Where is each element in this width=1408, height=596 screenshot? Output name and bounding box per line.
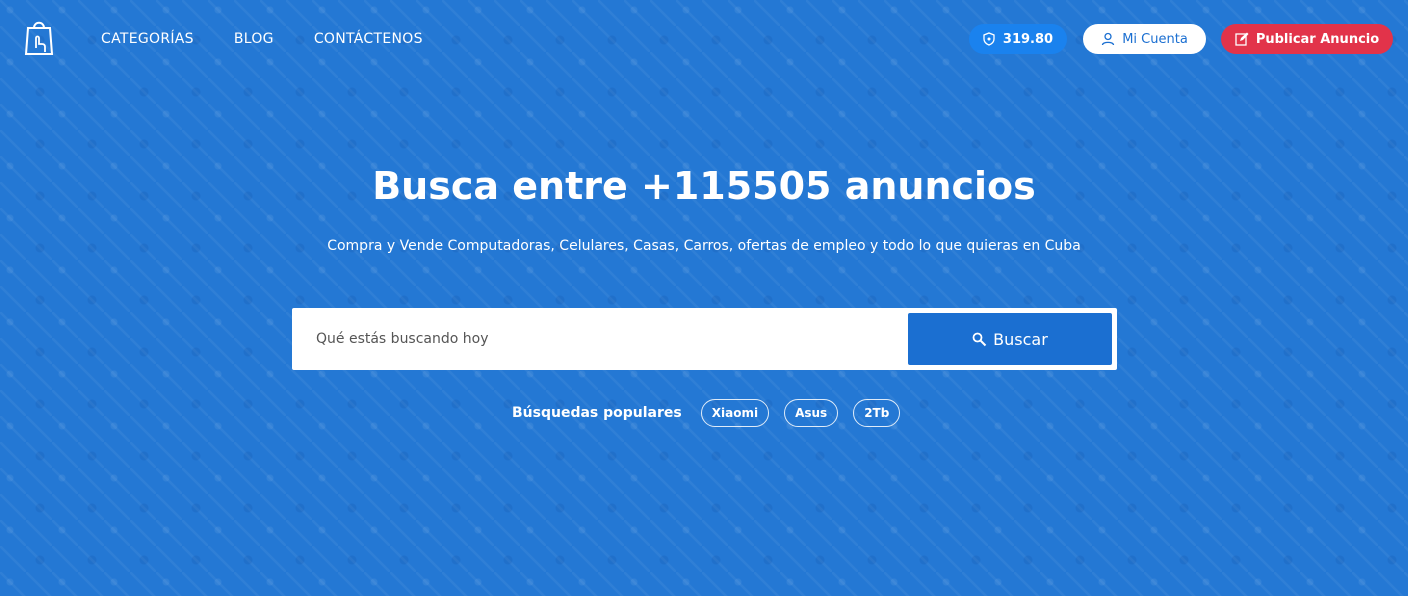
publish-label: Publicar Anuncio <box>1255 31 1380 47</box>
credits-value: 319.80 <box>1002 31 1054 47</box>
search-box: Buscar <box>292 308 1117 370</box>
nav-item-categorias[interactable]: CATEGORÍAS <box>101 30 194 48</box>
popular-tag-xiaomi[interactable]: Xiaomi <box>700 399 770 427</box>
popular-tag-2tb[interactable]: 2Tb <box>853 399 901 427</box>
account-button[interactable]: Mi Cuenta <box>1083 24 1206 54</box>
popular-tag-asus[interactable]: Asus <box>784 399 839 427</box>
main-nav: CATEGORÍAS BLOG CONTÁCTENOS <box>101 30 463 48</box>
site-header: CATEGORÍAS BLOG CONTÁCTENOS 319.80 Mi Cu… <box>0 0 1408 78</box>
publish-ad-button[interactable]: Publicar Anuncio <box>1221 24 1393 54</box>
popular-searches-label: Búsquedas populares <box>512 405 682 421</box>
account-label: Mi Cuenta <box>1122 31 1188 47</box>
search-button-label: Buscar <box>993 329 1048 349</box>
search-button[interactable]: Buscar <box>908 313 1112 365</box>
shield-icon <box>983 32 995 46</box>
credits-badge[interactable]: 319.80 <box>969 24 1067 54</box>
popular-searches: Búsquedas populares Xiaomi Asus 2Tb <box>512 399 915 427</box>
hero-title: Busca entre +115505 anuncios <box>372 164 1036 208</box>
search-input[interactable] <box>316 324 876 354</box>
edit-icon <box>1235 32 1249 46</box>
search-icon <box>972 332 987 346</box>
hero-subtitle: Compra y Vende Computadoras, Celulares, … <box>327 238 1081 254</box>
nav-item-blog[interactable]: BLOG <box>234 30 274 48</box>
user-icon <box>1102 32 1115 46</box>
nav-item-contactenos[interactable]: CONTÁCTENOS <box>314 30 423 48</box>
logo-icon[interactable] <box>24 18 56 58</box>
